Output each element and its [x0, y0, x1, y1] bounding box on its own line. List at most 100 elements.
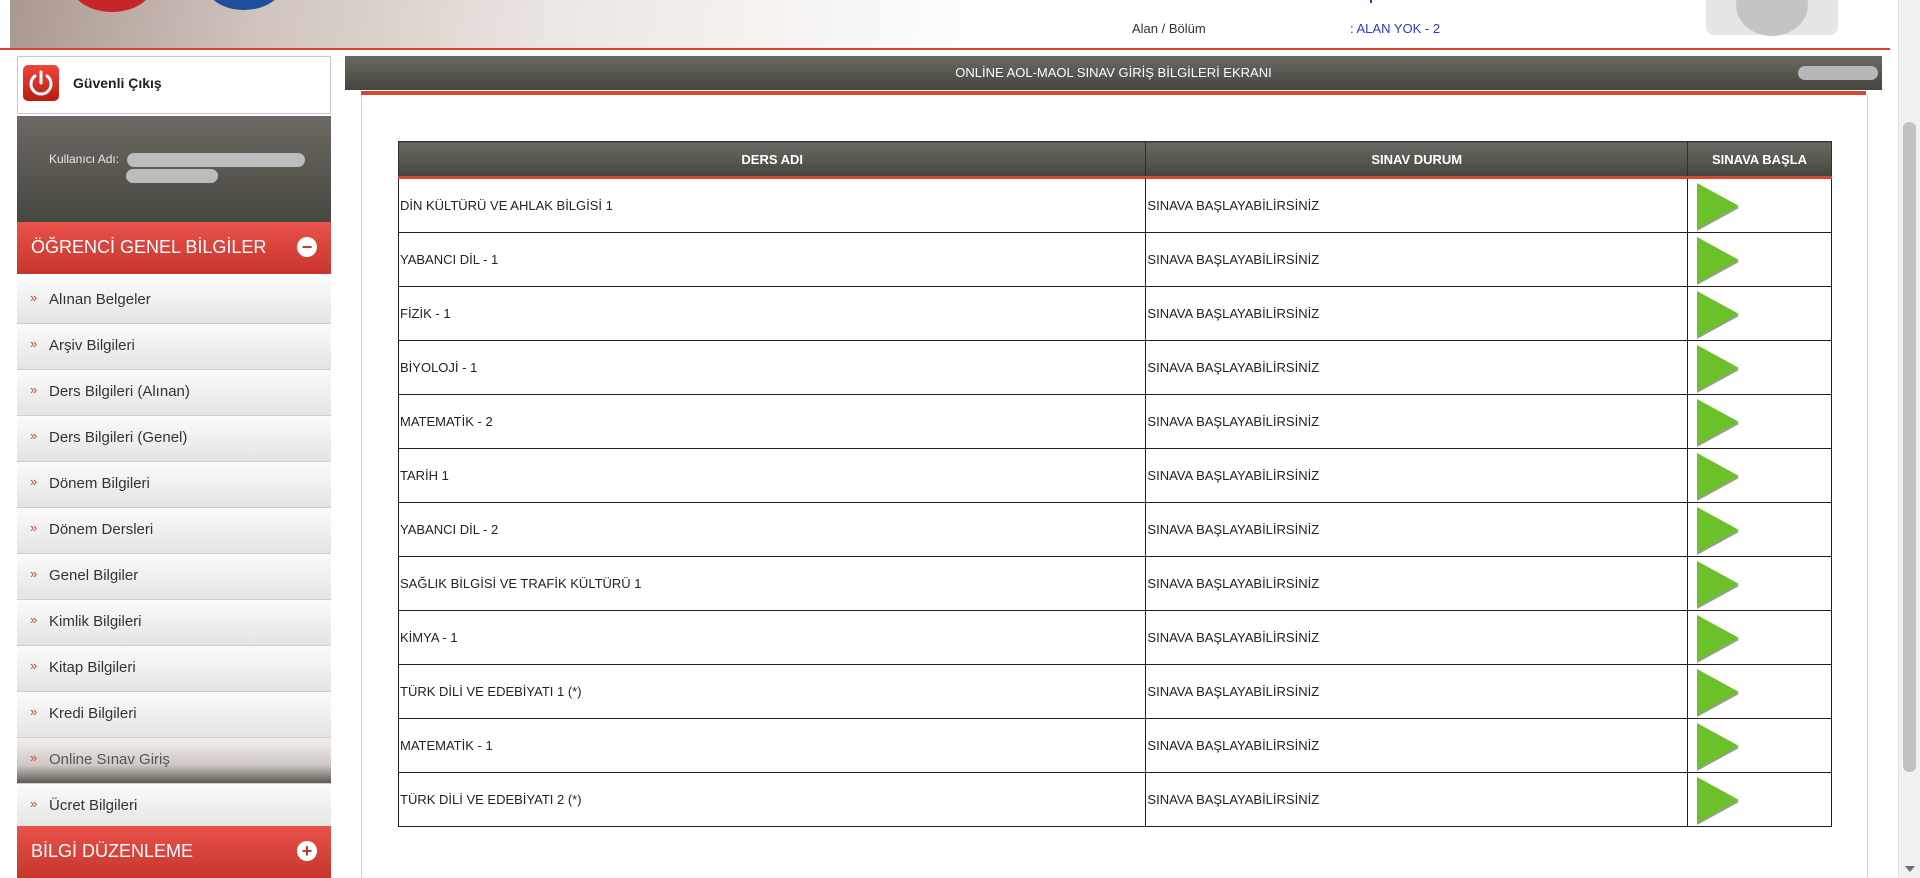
redacted-username-2	[126, 169, 218, 183]
play-icon[interactable]	[1697, 236, 1740, 283]
page-title: ONLİNE AOL-MAOL SINAV GİRİŞ BİLGİLERİ EK…	[955, 65, 1272, 80]
table-row: BİYOLOJİ - 1 SINAVA BAŞLAYABİLİRSİNİZ	[397, 340, 1832, 395]
table-row: YABANCI DİL - 1 SINAVA BAŞLAYABİLİRSİNİZ	[397, 232, 1832, 287]
start-exam-cell	[1687, 664, 1832, 719]
course-name: TÜRK DİLİ VE EDEBİYATI 2 (*)	[397, 772, 1147, 827]
course-name: FİZİK - 1	[397, 286, 1147, 341]
course-name: TÜRK DİLİ VE EDEBİYATI 1 (*)	[397, 664, 1147, 719]
sidebar-item-label: Online Sınav Giriş	[49, 751, 170, 768]
sidebar-item-label: Ücret Bilgileri	[49, 797, 138, 814]
column-header-sinava-basla: SINAVA BAŞLA	[1687, 141, 1832, 179]
play-icon[interactable]	[1697, 776, 1740, 823]
play-icon[interactable]	[1697, 344, 1740, 391]
sidebar-item-kimlik-bilgileri[interactable]: » Kimlik Bilgileri	[17, 600, 331, 646]
table-row: TÜRK DİLİ VE EDEBİYATI 2 (*) SINAVA BAŞL…	[397, 772, 1832, 827]
column-header-ders-adi: DERS ADI	[397, 141, 1147, 179]
sidebar-item-genel-bilgiler[interactable]: » Genel Bilgiler	[17, 554, 331, 600]
page-scrollbar[interactable]	[1898, 0, 1920, 878]
sidebar-item-label: Kimlik Bilgileri	[49, 613, 142, 630]
power-icon	[23, 65, 59, 101]
sidebar-item-label: Dönem Bilgileri	[49, 475, 150, 492]
exam-status: SINAVA BAŞLAYABİLİRSİNİZ	[1145, 232, 1689, 287]
scroll-down-arrow-icon[interactable]	[1905, 866, 1915, 872]
play-icon[interactable]	[1697, 452, 1740, 499]
redacted-username	[127, 153, 305, 167]
sidebar-item-donem-bilgileri[interactable]: » Dönem Bilgileri	[17, 462, 331, 508]
bullet-icon: »	[30, 290, 38, 305]
course-name: DİN KÜLTÜRÜ VE AHLAK BİLGİSİ 1	[397, 177, 1147, 233]
expand-icon[interactable]: +	[297, 841, 317, 861]
header-banner	[10, 0, 995, 48]
play-icon[interactable]	[1697, 560, 1740, 607]
bullet-icon: »	[30, 612, 38, 627]
exam-status: SINAVA BAŞLAYABİLİRSİNİZ	[1145, 664, 1689, 719]
table-row: SAĞLIK BİLGİSİ VE TRAFİK KÜLTÜRÜ 1 SINAV…	[397, 556, 1832, 611]
sidebar-item-kredi-bilgileri[interactable]: » Kredi Bilgileri	[17, 692, 331, 738]
user-info-box: Kullanıcı Adı:	[17, 116, 331, 222]
bullet-icon: »	[30, 704, 38, 719]
table-row: DİN KÜLTÜRÜ VE AHLAK BİLGİSİ 1 SINAVA BA…	[397, 177, 1832, 233]
course-name: YABANCI DİL - 1	[397, 232, 1147, 287]
exam-status: SINAVA BAŞLAYABİLİRSİNİZ	[1145, 286, 1689, 341]
play-icon[interactable]	[1697, 614, 1740, 661]
sidebar-item-kitap-bilgileri[interactable]: » Kitap Bilgileri	[17, 646, 331, 692]
sidebar-item-alinan-belgeler[interactable]: » Alınan Belgeler	[17, 278, 331, 324]
course-name: SAĞLIK BİLGİSİ VE TRAFİK KÜLTÜRÜ 1	[397, 556, 1147, 611]
section-bilgi-duzenleme[interactable]: BİLGİ DÜZENLEME +	[17, 826, 331, 878]
exam-status: SINAVA BAŞLAYABİLİRSİNİZ	[1145, 448, 1689, 503]
course-name: YABANCI DİL - 2	[397, 502, 1147, 557]
sidebar-item-ucret-bilgileri[interactable]: » Ücret Bilgileri	[17, 784, 331, 830]
bullet-icon: »	[30, 520, 38, 535]
sidebar-item-label: Genel Bilgiler	[49, 567, 139, 584]
exam-table: DERS ADI SINAV DURUM SINAVA BAŞLA DİN KÜ…	[397, 141, 1832, 827]
start-exam-cell	[1687, 340, 1832, 395]
start-exam-cell	[1687, 448, 1832, 503]
scrollbar-thumb[interactable]	[1903, 122, 1916, 772]
sidebar-item-ders-bilgileri-genel[interactable]: » Ders Bilgileri (Genel)	[17, 416, 331, 462]
bullet-icon: »	[30, 658, 38, 673]
logout-button[interactable]: Güvenli Çıkış	[17, 56, 331, 114]
section-title: ÖĞRENCİ GENEL BİLGİLER	[31, 237, 267, 257]
start-exam-cell	[1687, 502, 1832, 557]
sidebar-item-donem-dersleri[interactable]: » Dönem Dersleri	[17, 508, 331, 554]
section-ogrenci-genel-bilgiler[interactable]: ÖĞRENCİ GENEL BİLGİLER −	[17, 222, 331, 274]
bullet-icon: »	[30, 566, 38, 581]
sidebar-item-label: Arşiv Bilgileri	[49, 337, 135, 354]
collapse-icon[interactable]: −	[297, 237, 317, 257]
play-icon[interactable]	[1697, 398, 1740, 445]
exam-status: SINAVA BAŞLAYABİLİRSİNİZ	[1145, 394, 1689, 449]
exam-status: SINAVA BAŞLAYABİLİRSİNİZ	[1145, 772, 1689, 827]
sidebar-item-online-sinav-giris[interactable]: » Online Sınav Giriş	[17, 738, 331, 784]
sidebar-item-label: Alınan Belgeler	[49, 291, 151, 308]
sidebar-item-label: Dönem Dersleri	[49, 521, 154, 538]
start-exam-cell	[1687, 286, 1832, 341]
play-icon[interactable]	[1697, 722, 1740, 769]
start-exam-cell	[1687, 232, 1832, 287]
play-icon[interactable]	[1697, 290, 1740, 337]
start-exam-cell	[1687, 718, 1832, 773]
start-exam-cell	[1687, 394, 1832, 449]
avatar-icon	[1736, 0, 1808, 36]
table-row: MATEMATİK - 1 SINAVA BAŞLAYABİLİRSİNİZ	[397, 718, 1832, 773]
username-label: Kullanıcı Adı:	[49, 152, 120, 166]
bullet-icon: »	[30, 796, 38, 811]
main-title-bar: ONLİNE AOL-MAOL SINAV GİRİŞ BİLGİLERİ EK…	[345, 56, 1882, 90]
course-name: MATEMATİK - 2	[397, 394, 1147, 449]
play-icon[interactable]	[1697, 506, 1740, 553]
exam-status: SINAVA BAŞLAYABİLİRSİNİZ	[1145, 340, 1689, 395]
logout-label: Güvenli Çıkış	[73, 75, 162, 91]
alan-label: Alan / Bölüm	[1132, 21, 1206, 36]
section-title: BİLGİ DÜZENLEME	[31, 841, 194, 861]
play-icon[interactable]	[1697, 182, 1740, 229]
blue-logo-icon	[206, 0, 282, 10]
table-row: MATEMATİK - 2 SINAVA BAŞLAYABİLİRSİNİZ	[397, 394, 1832, 449]
exam-status: SINAVA BAŞLAYABİLİRSİNİZ	[1145, 718, 1689, 773]
play-icon[interactable]	[1697, 668, 1740, 715]
start-exam-cell	[1687, 556, 1832, 611]
table-row: TARİH 1 SINAVA BAŞLAYABİLİRSİNİZ	[397, 448, 1832, 503]
start-exam-cell	[1687, 772, 1832, 827]
sidebar: Güvenli Çıkış Kullanıcı Adı: ÖĞRENCİ GEN…	[17, 56, 331, 878]
bullet-icon: »	[30, 428, 38, 443]
sidebar-item-ders-bilgileri-alinan[interactable]: » Ders Bilgileri (Alınan)	[17, 370, 331, 416]
sidebar-item-arsiv-bilgileri[interactable]: » Arşiv Bilgileri	[17, 324, 331, 370]
